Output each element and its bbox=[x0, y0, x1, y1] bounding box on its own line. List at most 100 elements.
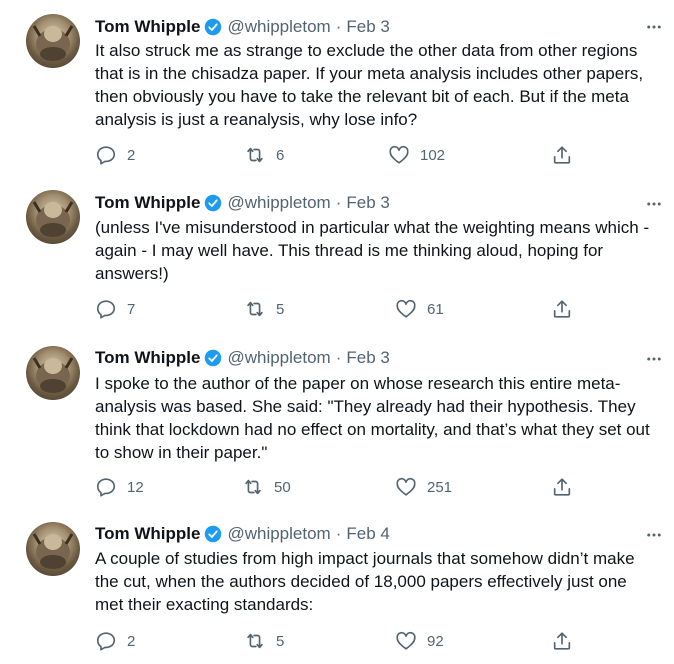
like-count: 92 bbox=[427, 632, 444, 650]
like-count: 102 bbox=[420, 146, 446, 164]
separator: · bbox=[335, 17, 342, 36]
verified-badge-icon bbox=[205, 525, 222, 543]
tweet[interactable]: Tom Whipple @whippletom · Feb 4 A couple… bbox=[0, 508, 674, 664]
tweet-text-line: think that lockdown had no effect on mor… bbox=[95, 420, 650, 439]
avatar-image bbox=[32, 201, 74, 237]
display-name[interactable]: Tom Whipple bbox=[95, 17, 200, 37]
username[interactable]: @whippletom bbox=[227, 524, 330, 544]
like-count: 251 bbox=[427, 478, 453, 496]
like-button[interactable]: 102 bbox=[388, 143, 445, 167]
like-count: 61 bbox=[427, 300, 444, 318]
verified-badge-icon bbox=[205, 194, 222, 212]
verified-badge-icon bbox=[205, 349, 222, 367]
more-options-button[interactable] bbox=[644, 17, 664, 37]
display-name[interactable]: Tom Whipple bbox=[95, 193, 200, 213]
tweet-actions: 7 5 61 bbox=[95, 297, 670, 321]
reply-button[interactable]: 2 bbox=[95, 629, 135, 653]
retweet-button[interactable]: 5 bbox=[244, 297, 284, 321]
more-options-button[interactable] bbox=[644, 525, 664, 545]
retweet-count: 5 bbox=[276, 300, 285, 318]
display-name[interactable]: Tom Whipple bbox=[95, 348, 200, 368]
heart-icon bbox=[396, 631, 416, 650]
retweet-icon bbox=[247, 633, 263, 649]
avatar[interactable] bbox=[26, 522, 80, 576]
verified-badge-icon bbox=[205, 18, 222, 36]
retweet-button[interactable]: 6 bbox=[244, 143, 284, 167]
more-options-icon bbox=[647, 533, 661, 537]
like-button[interactable]: 61 bbox=[395, 297, 444, 321]
more-options-icon bbox=[647, 357, 661, 361]
tweet[interactable]: Tom Whipple @whippletom · Feb 3 (unless … bbox=[0, 172, 674, 336]
share-button[interactable] bbox=[551, 629, 573, 653]
timestamp[interactable]: Feb 3 bbox=[346, 348, 389, 368]
share-button[interactable] bbox=[551, 297, 573, 321]
heart-icon bbox=[389, 145, 409, 164]
retweet-icon bbox=[247, 147, 263, 163]
retweet-count: 6 bbox=[276, 146, 285, 164]
timestamp[interactable]: Feb 3 bbox=[346, 17, 389, 37]
avatar-image bbox=[32, 533, 74, 569]
tweet-text-line: A couple of studies from high impact jou… bbox=[95, 549, 635, 568]
retweet-button[interactable]: 5 bbox=[244, 629, 284, 653]
tweet-actions: 2 5 92 bbox=[95, 629, 670, 653]
tweet-text-line: analysis was based. She said: "They alre… bbox=[95, 397, 636, 416]
separator: · bbox=[335, 524, 342, 543]
share-button[interactable] bbox=[551, 143, 573, 167]
tweet-actions: 2 6 102 bbox=[95, 143, 670, 167]
tweet-text-line: (unless I've misunderstood in particular… bbox=[95, 218, 650, 237]
timestamp[interactable]: Feb 4 bbox=[346, 524, 389, 544]
retweet-count: 5 bbox=[276, 632, 285, 650]
retweet-icon bbox=[247, 301, 263, 317]
retweet-button[interactable]: 50 bbox=[242, 475, 291, 499]
display-name[interactable]: Tom Whipple bbox=[95, 524, 200, 544]
tweet[interactable]: Tom Whipple @whippletom · Feb 3 It also … bbox=[0, 0, 674, 172]
share-button[interactable] bbox=[551, 475, 573, 499]
username[interactable]: @whippletom bbox=[227, 348, 330, 368]
tweet-text: I spoke to the author of the paper on wh… bbox=[95, 372, 670, 464]
heart-icon bbox=[396, 477, 416, 496]
tweet-text-line: again - I may well have. This thread is … bbox=[95, 241, 604, 260]
tweet-text-line: to show in their paper." bbox=[95, 443, 268, 462]
tweet-text-line: the cut, when the authors decided of 18,… bbox=[95, 572, 627, 591]
avatar[interactable] bbox=[26, 14, 80, 68]
tweet-text-line: It also struck me as strange to exclude … bbox=[95, 41, 638, 60]
reply-button[interactable]: 2 bbox=[95, 143, 135, 167]
retweet-count: 50 bbox=[274, 478, 291, 496]
tweet[interactable]: Tom Whipple @whippletom · Feb 3 I spoke … bbox=[0, 336, 674, 508]
more-options-icon bbox=[647, 202, 661, 206]
tweet-actions: 12 50 251 bbox=[95, 475, 670, 499]
timestamp[interactable]: Feb 3 bbox=[346, 193, 389, 213]
separator: · bbox=[335, 348, 342, 367]
reply-icon bbox=[96, 300, 116, 319]
share-icon bbox=[553, 146, 571, 164]
more-options-button[interactable] bbox=[644, 349, 664, 369]
avatar-image bbox=[32, 25, 74, 61]
reply-count: 7 bbox=[127, 300, 136, 318]
reply-count: 2 bbox=[127, 146, 136, 164]
tweet-text-line: answers!) bbox=[95, 264, 169, 283]
tweet-text: (unless I've misunderstood in particular… bbox=[95, 216, 670, 285]
reply-button[interactable]: 7 bbox=[95, 297, 135, 321]
tweet-text: A couple of studies from high impact jou… bbox=[95, 547, 670, 616]
like-button[interactable]: 251 bbox=[395, 475, 452, 499]
username[interactable]: @whippletom bbox=[227, 17, 330, 37]
tweet-text: It also struck me as strange to exclude … bbox=[95, 39, 670, 131]
more-options-button[interactable] bbox=[644, 194, 664, 214]
reply-count: 2 bbox=[127, 632, 136, 650]
tweet-text-line: that is in the chisadza paper. If your m… bbox=[95, 64, 644, 83]
like-button[interactable]: 92 bbox=[395, 629, 444, 653]
username[interactable]: @whippletom bbox=[227, 193, 330, 213]
heart-icon bbox=[396, 299, 416, 318]
tweet-text-line: analysis is just a reanalysis, why lose … bbox=[95, 110, 418, 129]
reply-icon bbox=[96, 478, 116, 497]
tweet-text-line: I spoke to the author of the paper on wh… bbox=[95, 374, 621, 393]
reply-button[interactable]: 12 bbox=[95, 475, 144, 499]
reply-icon bbox=[96, 632, 116, 651]
share-icon bbox=[553, 478, 571, 496]
more-options-icon bbox=[647, 25, 661, 29]
avatar[interactable] bbox=[26, 346, 80, 400]
retweet-icon bbox=[245, 479, 261, 495]
share-icon bbox=[553, 632, 571, 650]
separator: · bbox=[335, 193, 342, 212]
avatar[interactable] bbox=[26, 190, 80, 244]
